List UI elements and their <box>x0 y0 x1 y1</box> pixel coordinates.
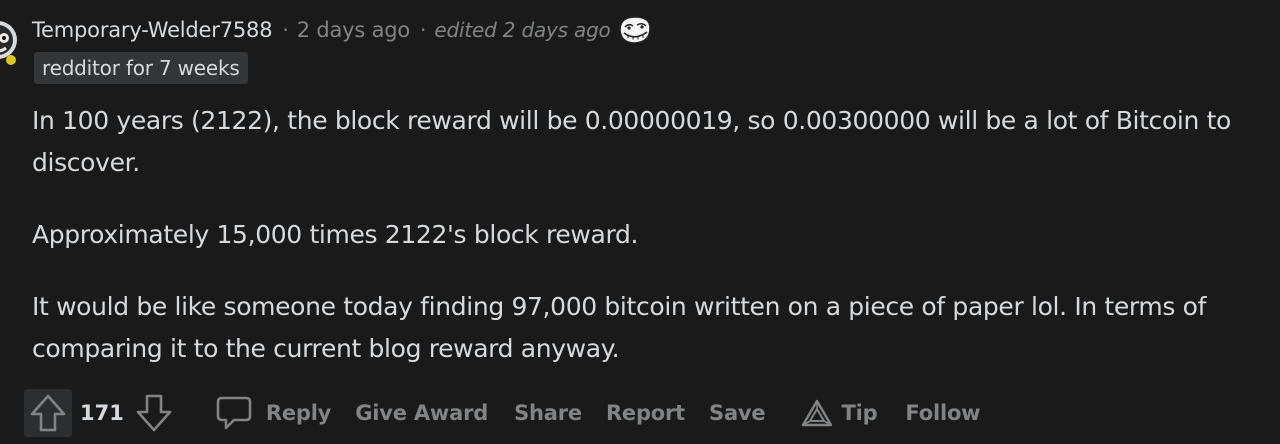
trollface-emoji-icon <box>617 14 653 46</box>
comment-paragraph: Approximately 15,000 times 2122's block … <box>32 220 639 249</box>
author-username[interactable]: Temporary-Welder7588 <box>32 18 273 42</box>
avatar-icon[interactable] <box>0 14 18 68</box>
user-flair: redditor for 7 weeks <box>34 52 248 84</box>
comment-body: In 100 years (2122), the block reward wi… <box>32 100 1280 370</box>
downvote-arrow-icon <box>136 394 172 432</box>
comment-paragraph: It would be like someone today finding 9… <box>32 292 1207 363</box>
save-label: Save <box>709 401 766 425</box>
upvote-arrow-icon <box>30 394 66 432</box>
save-button[interactable]: Save <box>709 401 766 425</box>
follow-label: Follow <box>905 401 981 425</box>
share-label: Share <box>514 401 582 425</box>
report-button[interactable]: Report <box>606 401 685 425</box>
comment-header: Temporary-Welder7588 · 2 days ago · edit… <box>32 14 653 46</box>
comment-action-bar: 171 Reply Give Award Share Report Save T… <box>24 388 981 438</box>
reply-label: Reply <box>265 401 332 425</box>
post-timestamp[interactable]: 2 days ago <box>297 18 411 42</box>
separator-dot: · <box>420 18 427 42</box>
share-button[interactable]: Share <box>514 401 582 425</box>
separator-dot: · <box>282 18 289 42</box>
vote-score: 171 <box>80 401 124 425</box>
tip-button[interactable]: Tip <box>801 398 878 428</box>
give-award-button[interactable]: Give Award <box>355 401 488 425</box>
reply-button[interactable]: Reply <box>214 393 331 433</box>
report-label: Report <box>605 401 686 425</box>
triangle-logo-icon <box>802 399 833 427</box>
speech-bubble-icon <box>216 396 252 430</box>
edited-timestamp: edited 2 days ago <box>434 18 611 42</box>
upvote-button[interactable] <box>24 389 72 437</box>
give-award-label: Give Award <box>355 401 489 425</box>
comment-paragraph: In 100 years (2122), the block reward wi… <box>32 106 1231 177</box>
follow-button[interactable]: Follow <box>905 401 980 425</box>
downvote-button[interactable] <box>130 389 178 437</box>
tip-label: Tip <box>841 401 878 425</box>
